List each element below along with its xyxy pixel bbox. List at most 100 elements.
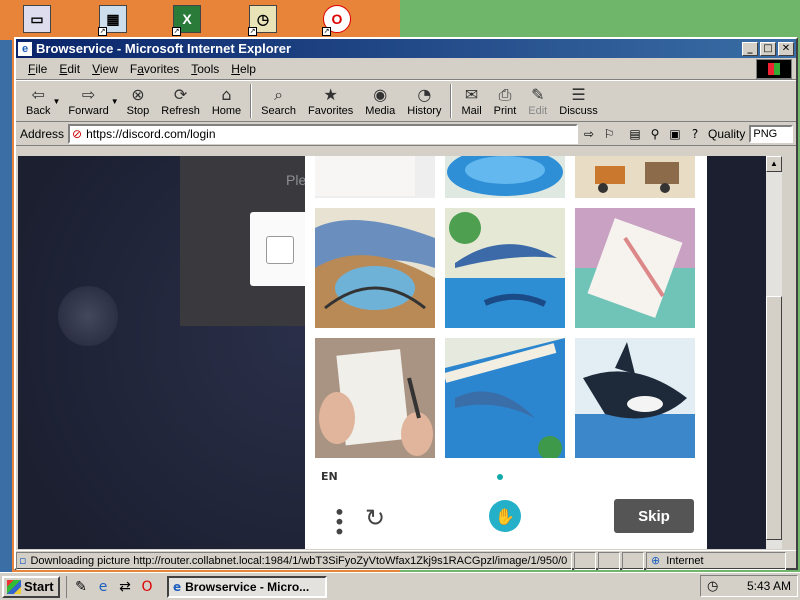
login-hint-text: Ple bbox=[286, 172, 307, 188]
ie-page-icon: ▫ bbox=[19, 554, 27, 567]
windows-logo-throbber bbox=[756, 59, 792, 79]
toolbar-separator bbox=[250, 84, 253, 118]
captcha-challenge: EN ••• ↻ ✋ Skip bbox=[305, 156, 707, 549]
address-input[interactable]: ⊘ https://discord.com/login bbox=[68, 123, 579, 144]
captcha-tile-pool-top[interactable] bbox=[445, 156, 565, 198]
captcha-tile-hands-notebook[interactable] bbox=[315, 338, 435, 458]
close-button[interactable]: ✕ bbox=[778, 41, 794, 56]
system-tray: ◷ 5:43 AM bbox=[700, 575, 798, 597]
captcha-tile-notepad-top[interactable] bbox=[315, 156, 435, 198]
vertical-scrollbar[interactable]: ▲ bbox=[766, 156, 782, 549]
favorites-button[interactable]: ★ Favorites bbox=[302, 81, 359, 121]
reload-icon[interactable]: ↻ bbox=[365, 504, 385, 532]
captcha-tile-dolphin-poolside[interactable] bbox=[445, 338, 565, 458]
minimize-button[interactable]: _ bbox=[742, 41, 758, 56]
discuss-icon: ☰ bbox=[571, 85, 586, 104]
menu-kebab-icon[interactable]: ••• bbox=[327, 506, 351, 535]
menu-favorites[interactable]: Favorites bbox=[124, 62, 185, 76]
background-orb bbox=[58, 286, 118, 346]
quality-label: Quality bbox=[708, 126, 746, 141]
scroll-thumb[interactable] bbox=[766, 296, 782, 540]
edit-button: ✎ Edit bbox=[528, 85, 548, 117]
skip-button[interactable]: Skip bbox=[614, 499, 694, 533]
status-text-area: ▫ Downloading picture http://router.coll… bbox=[16, 551, 572, 570]
menu-view[interactable]: View bbox=[86, 62, 124, 76]
show-desktop-icon[interactable]: ✎ bbox=[71, 577, 91, 597]
zone-label: Internet bbox=[666, 554, 704, 567]
help-icon[interactable]: ? bbox=[686, 125, 704, 143]
captcha-tile-canyon[interactable] bbox=[315, 208, 435, 328]
back-dropdown-icon[interactable]: ▼ bbox=[52, 97, 60, 106]
captcha-tile-dolphin-pool[interactable] bbox=[445, 208, 565, 328]
menu-edit[interactable]: Edit bbox=[53, 62, 86, 76]
desktop-background-strip bbox=[0, 40, 12, 578]
stop-icon: ⊗ bbox=[131, 85, 145, 104]
clock[interactable]: 5:43 AM bbox=[747, 579, 791, 593]
window-title: Browservice - Microsoft Internet Explore… bbox=[36, 41, 292, 56]
language-selector[interactable]: EN bbox=[321, 470, 338, 483]
start-button[interactable]: Start bbox=[2, 575, 60, 598]
refresh-button[interactable]: ⟳ Refresh bbox=[155, 81, 206, 121]
quality-select[interactable]: PNG bbox=[749, 124, 794, 143]
taskbar: Start ✎ e ⇄ O e Browservice - Micro... ◷… bbox=[0, 572, 800, 600]
favorites-folder-icon: ★ bbox=[323, 85, 338, 104]
forward-arrow-icon: ⇨ bbox=[81, 85, 96, 104]
status-cell bbox=[622, 551, 644, 570]
go-arrow-icon[interactable]: ⇨ bbox=[580, 125, 598, 143]
address-label: Address bbox=[20, 126, 65, 141]
find-icon[interactable]: ⚲ bbox=[646, 125, 664, 143]
progress-dot bbox=[497, 474, 503, 480]
page-content: Ple EN ••• ↻ ✋ Skip ▲ bbox=[18, 156, 782, 549]
home-button[interactable]: ⌂ Home bbox=[206, 81, 247, 121]
ie-task-icon: e bbox=[173, 579, 182, 594]
page-icon[interactable]: ▤ bbox=[626, 125, 644, 143]
hcaptcha-logo-icon[interactable]: ✋ bbox=[489, 500, 521, 532]
menu-file[interactable]: File bbox=[22, 62, 53, 76]
captcha-tile-trucks-top[interactable] bbox=[575, 156, 695, 198]
control-panel-icon[interactable]: ▦ ↗ bbox=[96, 2, 130, 36]
menu-bar: File Edit View Favorites Tools Help bbox=[16, 58, 796, 80]
back-button[interactable]: ⇦ Back bbox=[20, 81, 56, 121]
captcha-checkbox[interactable] bbox=[266, 236, 294, 264]
scheduler-tray-icon[interactable]: ◷ bbox=[707, 579, 718, 594]
history-icon: ◔ bbox=[417, 85, 432, 104]
media-button[interactable]: ◉ Media bbox=[359, 81, 401, 121]
my-computer-icon[interactable]: ▭ bbox=[20, 2, 54, 36]
opera-quicklaunch-icon[interactable]: O bbox=[137, 577, 157, 597]
captcha-tile-notebook-pen[interactable] bbox=[575, 208, 695, 328]
address-url: https://discord.com/login bbox=[86, 126, 216, 141]
network-icon[interactable]: ⇄ bbox=[115, 577, 135, 597]
mail-button[interactable]: ✉ Mail bbox=[455, 81, 487, 121]
menu-help[interactable]: Help bbox=[225, 62, 262, 76]
bookmark-icon[interactable]: ⚐ bbox=[600, 125, 618, 143]
browser-window: e Browservice - Microsoft Internet Explo… bbox=[14, 37, 798, 570]
captcha-tile-orca[interactable] bbox=[575, 338, 695, 458]
standard-toolbar: ⇦ Back ▼ ⇨ Forward ▼ ⊗ Stop ⟳ Refresh ⌂ Home … bbox=[16, 80, 796, 122]
forward-dropdown-icon[interactable]: ▼ bbox=[111, 97, 119, 106]
search-button[interactable]: ⌕ Search bbox=[255, 81, 302, 121]
taskbar-window-button[interactable]: e Browservice - Micro... bbox=[167, 575, 327, 598]
maximize-button[interactable]: □ bbox=[760, 41, 776, 56]
print-button[interactable]: ⎙ Print bbox=[488, 81, 523, 121]
status-cell bbox=[574, 551, 596, 570]
status-cell bbox=[598, 551, 620, 570]
ie-quicklaunch-icon[interactable]: e bbox=[93, 577, 113, 597]
status-text: Downloading picture http://router.collab… bbox=[30, 554, 568, 567]
opera-icon[interactable]: O ↗ bbox=[320, 2, 354, 36]
back-arrow-icon: ⇦ bbox=[31, 85, 45, 104]
edit-icon: ✎ bbox=[531, 85, 545, 104]
scroll-up-icon[interactable]: ▲ bbox=[766, 156, 782, 172]
excel-icon[interactable]: X ↗ bbox=[170, 2, 204, 36]
toolbar-separator bbox=[450, 84, 453, 118]
menu-tools[interactable]: Tools bbox=[185, 62, 225, 76]
history-button[interactable]: ◔ History bbox=[401, 81, 447, 121]
windows-logo-icon bbox=[7, 579, 21, 594]
discuss-button[interactable]: ☰ Discuss bbox=[553, 81, 604, 121]
clipboard-icon[interactable]: ▣ bbox=[666, 125, 684, 143]
forward-button[interactable]: ⇨ Forward bbox=[62, 81, 114, 121]
title-bar: e Browservice - Microsoft Internet Explo… bbox=[16, 39, 796, 58]
printer-icon: ⎙ bbox=[498, 85, 512, 104]
refresh-icon: ⟳ bbox=[173, 85, 188, 104]
stop-button[interactable]: ⊗ Stop bbox=[121, 81, 156, 121]
scheduler-icon[interactable]: ◷ ↗ bbox=[246, 2, 280, 36]
